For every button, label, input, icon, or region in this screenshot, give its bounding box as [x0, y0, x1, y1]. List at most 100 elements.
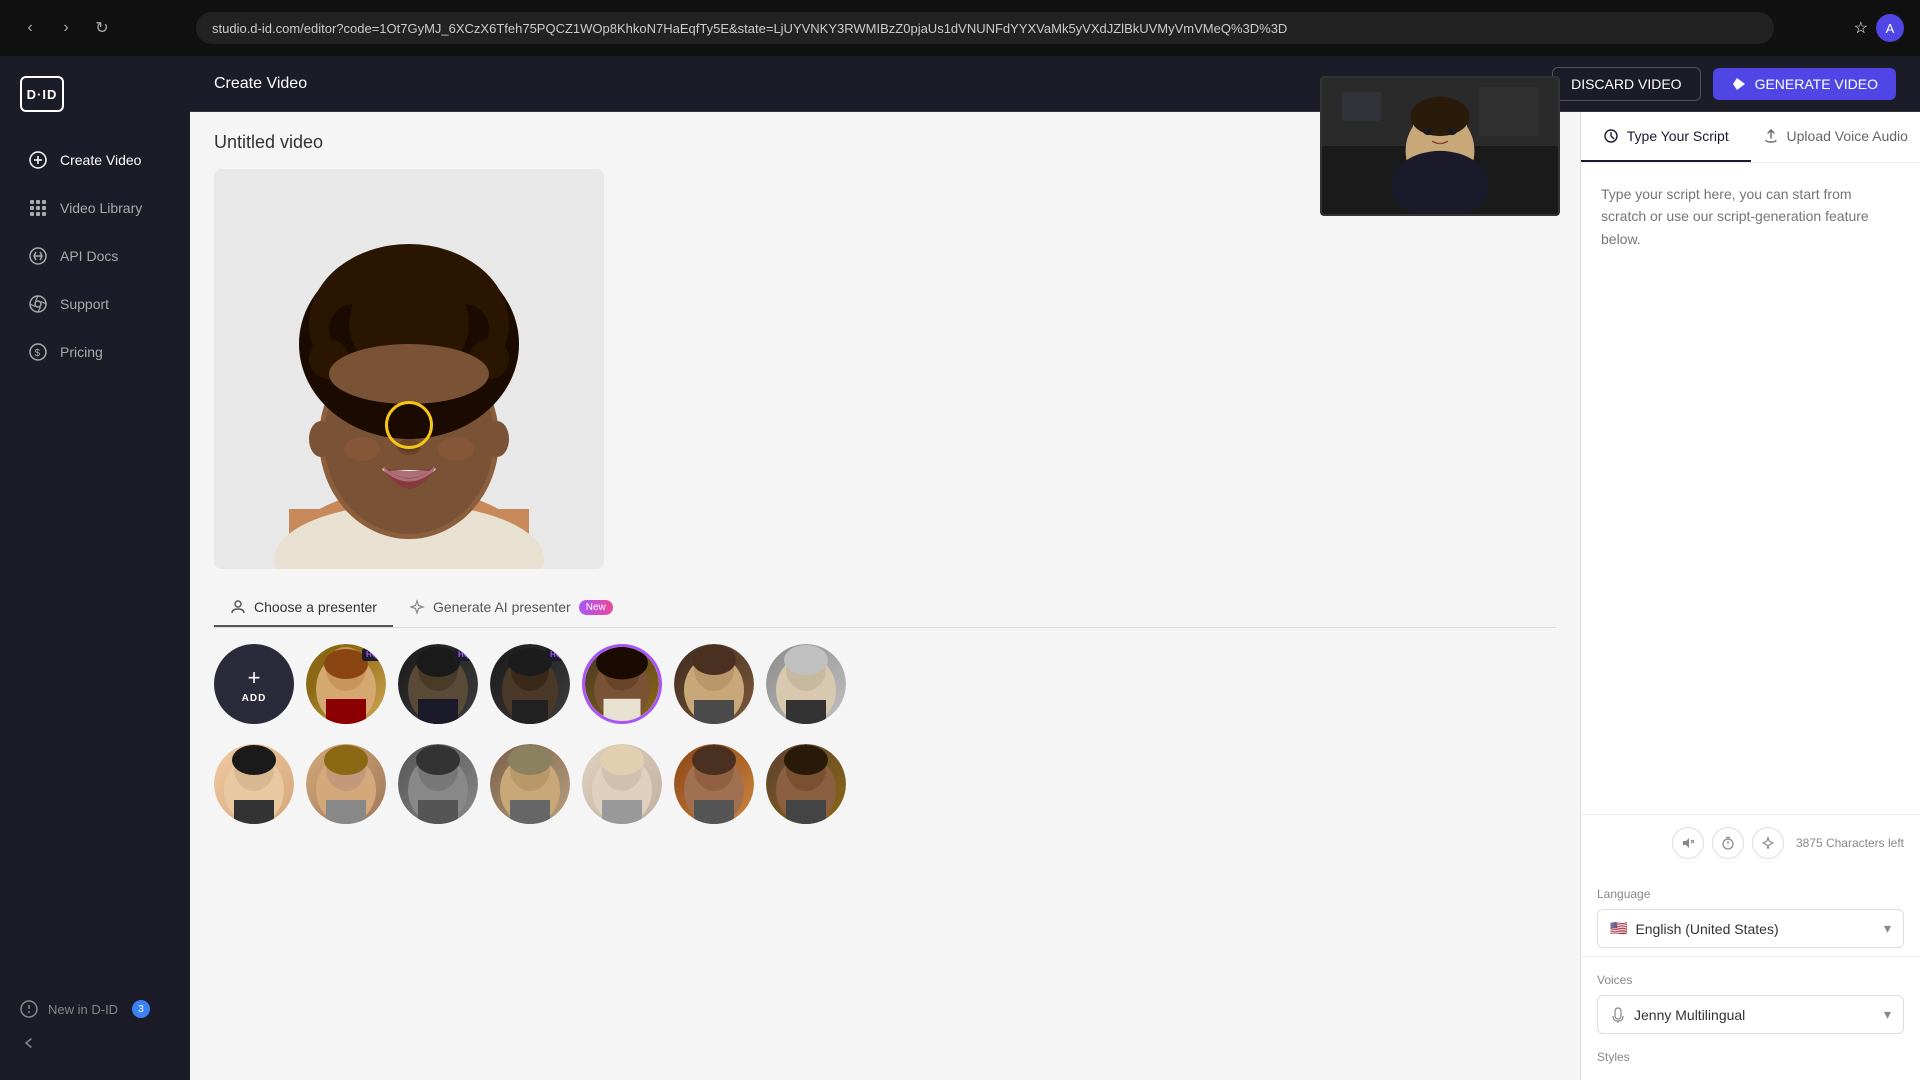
right-script-panel: Type Your Script Upload Voice Audio: [1580, 112, 1920, 1080]
discard-video-button[interactable]: DISCARD VIDEO: [1552, 67, 1700, 101]
sidebar-item-create-video[interactable]: Create Video: [8, 138, 182, 182]
presenter-thumb-r2-2[interactable]: [306, 744, 386, 824]
webcam-person: [1322, 76, 1558, 216]
presenter-image-r2-6: [674, 744, 754, 824]
generate-icon: [1731, 76, 1747, 92]
webcam-content: [1322, 78, 1558, 214]
voices-dropdown[interactable]: Jenny Multilingual ▾: [1597, 995, 1904, 1034]
script-tabs: Type Your Script Upload Voice Audio: [1581, 112, 1920, 163]
presenter-svg: [214, 169, 604, 569]
sparkle-icon: [409, 599, 425, 615]
main-content: Create Video ✓ DISCARD VIDEO GENERATE VI…: [190, 56, 1920, 1080]
logo: D·ID: [0, 76, 190, 136]
script-textarea[interactable]: [1581, 163, 1920, 814]
sidebar-back-btn[interactable]: [8, 1026, 182, 1060]
page-title: Create Video: [214, 75, 307, 93]
type-script-label: Type Your Script: [1627, 128, 1729, 144]
presenter-thumb-r2-1[interactable]: [214, 744, 294, 824]
presenters-row-2: [214, 744, 1556, 832]
sidebar-item-api-docs[interactable]: API Docs: [8, 234, 182, 278]
chevron-down-voice-icon: ▾: [1884, 1006, 1891, 1023]
forward-button[interactable]: ›: [52, 14, 80, 42]
sidebar-item-video-library[interactable]: Video Library: [8, 186, 182, 230]
tab-upload-audio[interactable]: Upload Voice Audio: [1751, 112, 1920, 162]
presenter-thumb-2[interactable]: HQ: [398, 644, 478, 724]
new-badge: 3: [132, 1000, 150, 1018]
presenter-tabs: Choose a presenter Generate AI presenter…: [214, 589, 1556, 628]
tab-type-script[interactable]: Type Your Script: [1581, 112, 1751, 162]
generate-label: GENERATE VIDEO: [1755, 76, 1878, 92]
app-layout: D·ID Create Video Video Library API Docs: [0, 56, 1920, 1080]
browser-icons-right: ☆ A: [1854, 14, 1904, 42]
tab-choose-presenter[interactable]: Choose a presenter: [214, 589, 393, 627]
editor-area: Choose a presenter Generate AI presenter…: [190, 112, 1920, 1080]
presenter-thumb-1[interactable]: HQ: [306, 644, 386, 724]
api-docs-icon: [28, 246, 48, 266]
sidebar-item-label: Support: [60, 296, 109, 312]
presenter-thumb-r2-4[interactable]: [490, 744, 570, 824]
presenter-image-r2-5: [582, 744, 662, 824]
voices-label: Voices: [1597, 973, 1904, 987]
generate-tab-label: Generate AI presenter: [433, 599, 571, 615]
discard-label: DISCARD VIDEO: [1571, 76, 1681, 92]
refresh-button[interactable]: ↻: [88, 14, 116, 42]
presenter-thumb-r2-3[interactable]: [398, 744, 478, 824]
chevron-down-icon: ▾: [1884, 920, 1891, 937]
presenter-image-6: [766, 644, 846, 724]
language-section: Language 🇺🇸 English (United States) ▾: [1581, 871, 1920, 956]
sidebar-bottom: New in D-ID 3: [0, 992, 190, 1060]
sidebar-item-pricing[interactable]: $ Pricing: [8, 330, 182, 374]
presenter-thumb-r2-7[interactable]: [766, 744, 846, 824]
choose-tab-label: Choose a presenter: [254, 599, 377, 615]
webcam-overlay: [1320, 76, 1560, 216]
presenter-thumb-r2-6[interactable]: [674, 744, 754, 824]
video-preview: [214, 169, 604, 569]
presenter-image-r2-1: [214, 744, 294, 824]
language-dropdown[interactable]: 🇺🇸 English (United States) ▾: [1597, 909, 1904, 948]
browser-chrome: ‹ › ↻ studio.d-id.com/editor?code=1Ot7Gy…: [0, 0, 1920, 56]
voices-section: Voices Jenny Multilingual ▾: [1581, 956, 1920, 1050]
bookmark-icon: ☆: [1854, 18, 1868, 38]
presenter-thumb-r2-5[interactable]: [582, 744, 662, 824]
new-tag: New: [579, 600, 613, 615]
magic-button[interactable]: [1752, 827, 1784, 859]
new-in-did-label: New in D-ID: [48, 1002, 118, 1017]
person-icon: [230, 599, 246, 615]
url-bar[interactable]: studio.d-id.com/editor?code=1Ot7GyMJ_6XC…: [196, 12, 1774, 44]
sidebar-item-label: Create Video: [60, 152, 141, 168]
mute-button[interactable]: [1672, 827, 1704, 859]
sidebar-item-new-in-did[interactable]: New in D-ID 3: [8, 992, 182, 1026]
upload-audio-icon: [1763, 128, 1779, 144]
presenter-image-5: [674, 644, 754, 724]
create-video-icon: [28, 150, 48, 170]
sidebar-item-label: Video Library: [60, 200, 142, 216]
hq-badge-3: HQ: [546, 648, 566, 661]
voice-value: Jenny Multilingual: [1634, 1007, 1884, 1023]
presenter-display: [214, 169, 604, 569]
presenter-image-r2-2: [306, 744, 386, 824]
timer-button[interactable]: [1712, 827, 1744, 859]
svg-text:$: $: [35, 348, 41, 359]
video-library-icon: [28, 198, 48, 218]
tab-generate-ai[interactable]: Generate AI presenter New: [393, 589, 629, 627]
presenters-row-1: + ADD HQ HQ: [214, 644, 1556, 732]
back-button[interactable]: ‹: [16, 14, 44, 42]
timer-icon: [1721, 836, 1735, 850]
microphone-icon: [1610, 1007, 1626, 1023]
profile-icon: A: [1876, 14, 1904, 42]
presenter-thumb-6[interactable]: [766, 644, 846, 724]
browser-nav[interactable]: ‹ › ↻: [16, 14, 116, 42]
presenter-thumb-3[interactable]: HQ: [490, 644, 570, 724]
presenter-image-r2-3: [398, 744, 478, 824]
sidebar-item-label: Pricing: [60, 344, 103, 360]
mute-icon: [1681, 836, 1695, 850]
sidebar-item-support[interactable]: Support: [8, 282, 182, 326]
pricing-icon: $: [28, 342, 48, 362]
presenter-thumb-selected[interactable]: [582, 644, 662, 724]
add-presenter-button[interactable]: + ADD: [214, 644, 294, 724]
url-text: studio.d-id.com/editor?code=1Ot7GyMJ_6XC…: [212, 21, 1287, 36]
generate-video-button[interactable]: GENERATE VIDEO: [1713, 68, 1896, 100]
language-value: English (United States): [1635, 921, 1884, 937]
presenter-thumb-5[interactable]: [674, 644, 754, 724]
hq-badge-1: HQ: [362, 648, 382, 661]
